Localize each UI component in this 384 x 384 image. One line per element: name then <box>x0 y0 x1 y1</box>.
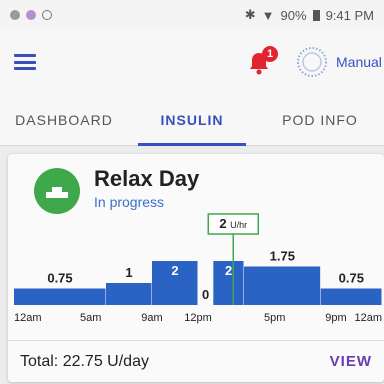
notification-badge: 1 <box>262 46 278 62</box>
x-tick-label: 5am <box>80 312 101 324</box>
basal-program-card: Relax Day In progress 0.75 1 2 0 2 1.75 0.75 1… <box>8 154 384 382</box>
basal-bar <box>320 288 382 305</box>
basal-rate-label: 1.75 <box>270 249 295 264</box>
status-left-icons <box>10 10 52 20</box>
status-right-icons: ✱ ▼ 90% 9:41 PM <box>245 7 374 23</box>
daily-total: Total: 22.75 U/day <box>20 352 149 370</box>
tab-dashboard[interactable]: DASHBOARD <box>0 94 128 145</box>
x-tick-label: 12pm <box>184 312 212 324</box>
tab-bar: DASHBOARD INSULIN POD INFO <box>0 94 384 146</box>
app-bar: 1 Manual <box>0 30 384 94</box>
basal-bar <box>14 288 106 305</box>
x-tick-label: 9pm <box>325 312 346 324</box>
program-name: Relax Day <box>94 166 200 191</box>
menu-icon[interactable] <box>14 54 36 70</box>
wifi-icon: ▼ <box>261 7 275 23</box>
basal-rate-label: 2 <box>225 263 232 278</box>
battery-icon <box>312 9 320 21</box>
x-tick-label: 9am <box>141 312 162 324</box>
x-tick-label: 5pm <box>264 312 285 324</box>
tab-pod-info[interactable]: POD INFO <box>256 94 384 145</box>
x-tick-label: 12am <box>14 312 42 324</box>
basal-rate-label: 1 <box>125 265 132 280</box>
app-notification-icon <box>26 10 36 20</box>
battery-percent: 90% <box>280 7 307 23</box>
x-tick-label: 12am <box>354 312 382 324</box>
pod-status-icon <box>297 47 327 77</box>
basal-bar <box>106 283 152 305</box>
view-button[interactable]: VIEW <box>330 353 372 370</box>
status-bar: ✱ ▼ 90% 9:41 PM <box>0 0 384 30</box>
basal-rate-chart: 0.75 1 2 0 2 1.75 0.75 12am 5am 9am 12pm 5pm 9pm 12a… <box>14 213 382 324</box>
basal-rate-label: 0 <box>202 287 209 302</box>
notifications-button[interactable]: 1 <box>246 46 278 76</box>
clock: 9:41 PM <box>325 7 374 23</box>
tab-insulin[interactable]: INSULIN <box>128 94 256 146</box>
program-status: In progress <box>94 194 165 210</box>
card-footer: Total: 22.75 U/day VIEW <box>8 340 384 382</box>
basal-rate-label: 2 <box>171 263 178 278</box>
basal-rate-label: 0.75 <box>339 271 364 286</box>
mode-label: Manual <box>336 54 382 70</box>
basal-bar <box>244 266 321 305</box>
basal-rate-label: 0.75 <box>47 271 72 286</box>
bluetooth-icon: ✱ <box>244 7 256 22</box>
mode-indicator[interactable]: Manual <box>296 46 382 78</box>
basal-program-icon <box>34 168 80 214</box>
alert-icon <box>10 10 20 20</box>
sync-icon <box>42 10 52 20</box>
